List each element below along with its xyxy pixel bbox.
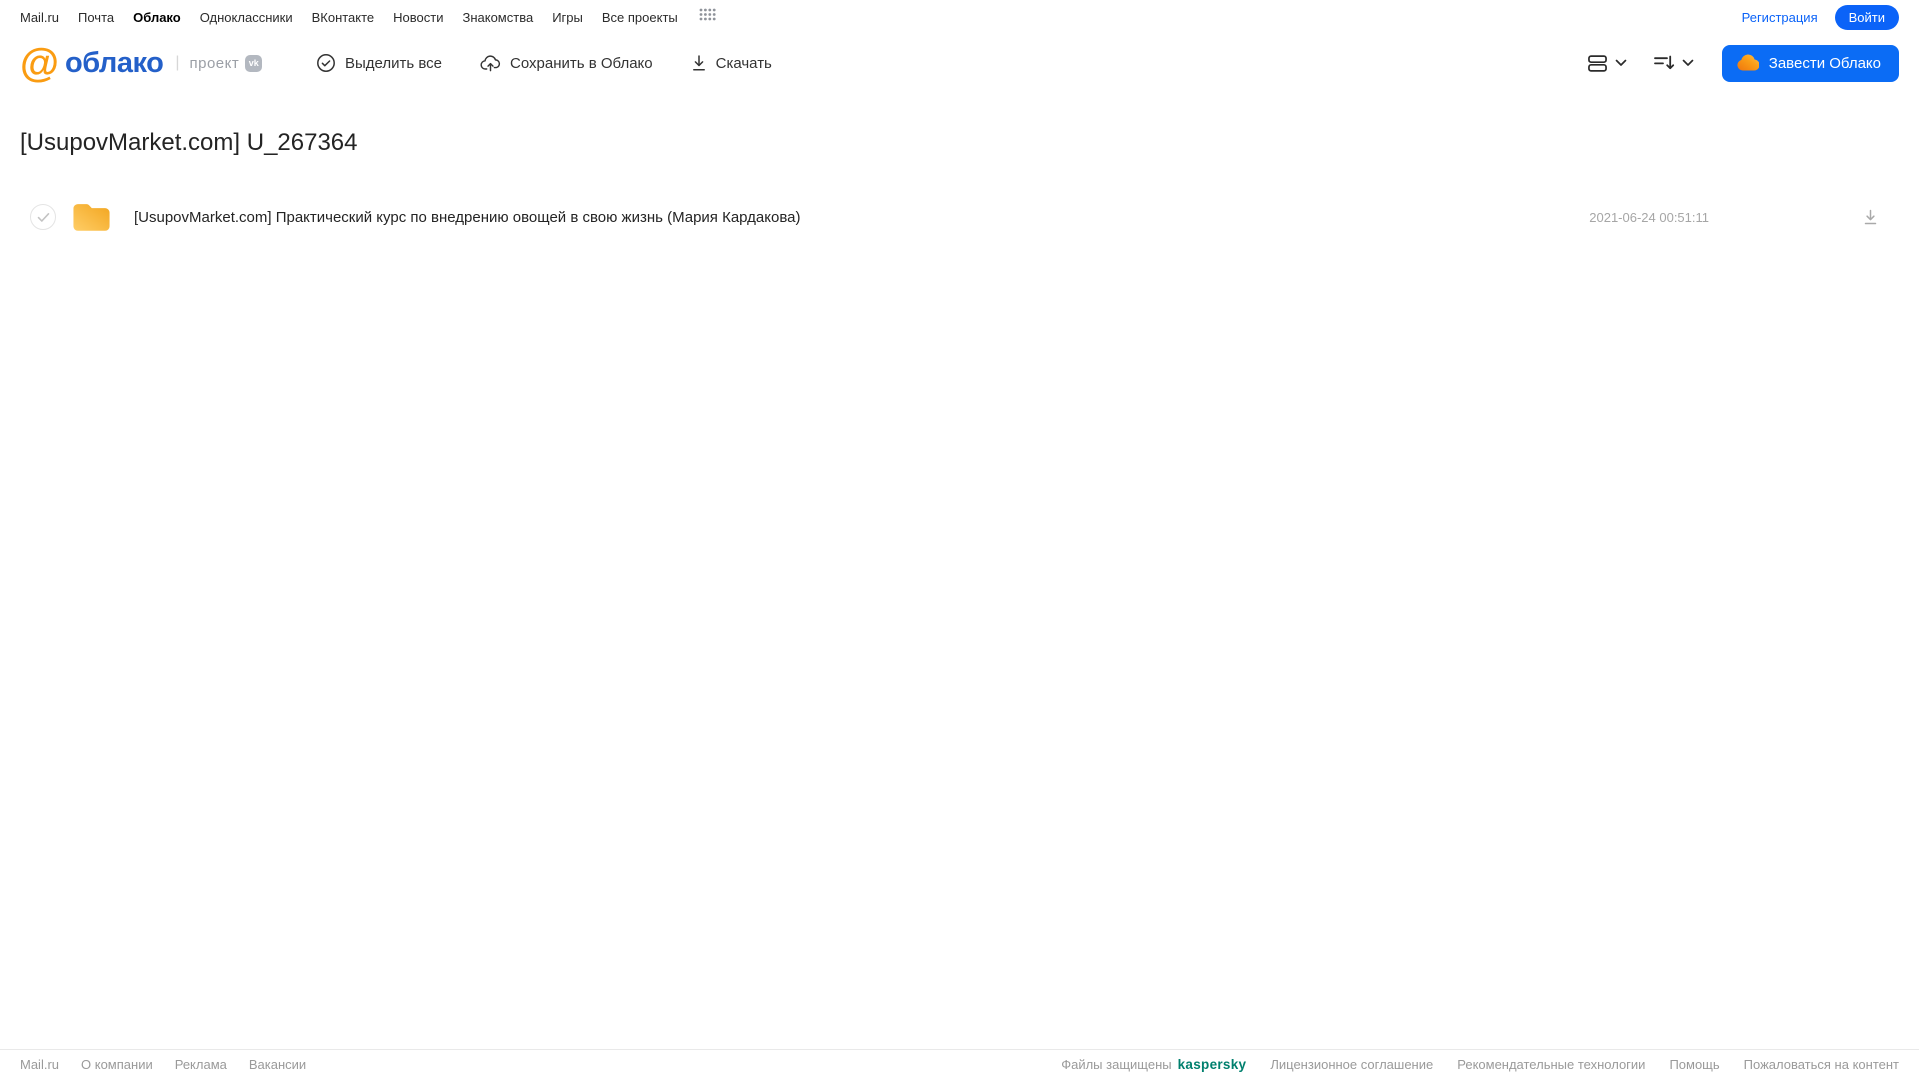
view-mode-dropdown[interactable] — [1581, 48, 1633, 79]
select-all-button[interactable]: Выделить все — [316, 53, 442, 73]
sort-desc-icon — [1653, 54, 1675, 72]
footer-left-links: Mail.ru О компании Реклама Вакансии — [20, 1057, 306, 1072]
footer-help-link[interactable]: Помощь — [1669, 1057, 1719, 1072]
cloud-logo[interactable]: @ облако | проект vk — [20, 41, 316, 85]
nav-oblako[interactable]: Облако — [133, 10, 181, 25]
check-icon — [37, 212, 49, 222]
footer-license-link[interactable]: Лицензионное соглашение — [1270, 1057, 1433, 1072]
save-to-cloud-button[interactable]: Сохранить в Облако — [480, 53, 653, 73]
header-toolbar: @ облако | проект vk Выделить все Сохран… — [0, 34, 1919, 92]
check-circle-icon — [316, 53, 336, 73]
download-label: Скачать — [715, 54, 772, 72]
footer-ads-link[interactable]: Реклама — [175, 1057, 227, 1072]
select-all-label: Выделить все — [345, 54, 443, 72]
file-date: 2021-06-24 00:51:11 — [1589, 209, 1709, 225]
portal-links: Mail.ru Почта Облако Одноклассники ВКонт… — [20, 8, 716, 26]
page-title: [UsupovMarket.com] U_267364 — [20, 129, 358, 156]
nav-vkontakte[interactable]: ВКонтакте — [312, 10, 375, 25]
footer-jobs-link[interactable]: Вакансии — [249, 1057, 306, 1072]
kaspersky-protected: Файлы защищены kaspersky — [1061, 1057, 1246, 1072]
nav-igry[interactable]: Игры — [552, 10, 583, 25]
login-button[interactable]: Войти — [1834, 4, 1899, 30]
nav-pochta[interactable]: Почта — [78, 10, 114, 25]
registration-link[interactable]: Регистрация — [1742, 10, 1818, 25]
grid-dots-icon[interactable] — [699, 8, 716, 26]
footer-mailru-link[interactable]: Mail.ru — [20, 1057, 59, 1072]
cloud-upload-icon — [480, 53, 501, 73]
auth-area: Регистрация Войти — [1742, 4, 1899, 30]
nav-mailru[interactable]: Mail.ru — [20, 10, 59, 25]
logo-divider: | — [175, 54, 180, 71]
header-right-controls: Завести Облако — [1581, 44, 1899, 82]
footer-report-link[interactable]: Пожаловаться на контент — [1744, 1057, 1899, 1072]
file-actions-toolbar: Выделить все Сохранить в Облако Скачать — [316, 53, 772, 73]
download-icon — [691, 54, 707, 72]
footer-right-links: Файлы защищены kaspersky Лицензионное со… — [1061, 1057, 1899, 1072]
row-checkbox[interactable] — [30, 204, 56, 230]
rows-view-icon — [1587, 54, 1608, 73]
chevron-down-icon — [1682, 59, 1694, 67]
main-content: [UsupovMarket.com] U_267364 [UsupovMarke… — [0, 129, 1919, 249]
row-download-icon[interactable] — [1862, 208, 1879, 226]
nav-novosti[interactable]: Новости — [393, 10, 443, 25]
logo-project-label: проект — [189, 54, 240, 72]
file-name[interactable]: [UsupovMarket.com] Практический курс по … — [134, 209, 1589, 226]
file-row[interactable]: [UsupovMarket.com] Практический курс по … — [20, 185, 1899, 249]
footer: Mail.ru О компании Реклама Вакансии Файл… — [0, 1049, 1919, 1079]
get-cloud-button[interactable]: Завести Облако — [1721, 44, 1899, 82]
nav-znakomstva[interactable]: Знакомства — [462, 10, 533, 25]
sort-dropdown[interactable] — [1647, 48, 1700, 78]
get-cloud-label: Завести Облако — [1768, 54, 1881, 72]
vk-badge-icon: vk — [245, 54, 263, 72]
nav-all-projects[interactable]: Все проекты — [602, 10, 678, 25]
chevron-down-icon — [1615, 59, 1627, 67]
nav-odnoklassniki[interactable]: Одноклассники — [200, 10, 293, 25]
save-to-cloud-label: Сохранить в Облако — [510, 54, 653, 72]
footer-about-link[interactable]: О компании — [81, 1057, 153, 1072]
folder-icon — [69, 198, 114, 236]
portal-navbar: Mail.ru Почта Облако Одноклассники ВКонт… — [0, 0, 1919, 34]
footer-recommendations-link[interactable]: Рекомендательные технологии — [1457, 1057, 1645, 1072]
cloud-icon — [1736, 54, 1759, 72]
kaspersky-logo[interactable]: kaspersky — [1178, 1057, 1247, 1072]
download-button[interactable]: Скачать — [691, 54, 772, 72]
protected-label: Файлы защищены — [1061, 1057, 1172, 1072]
logo-word: облако — [65, 46, 164, 79]
mailru-at-icon: @ — [20, 41, 59, 85]
